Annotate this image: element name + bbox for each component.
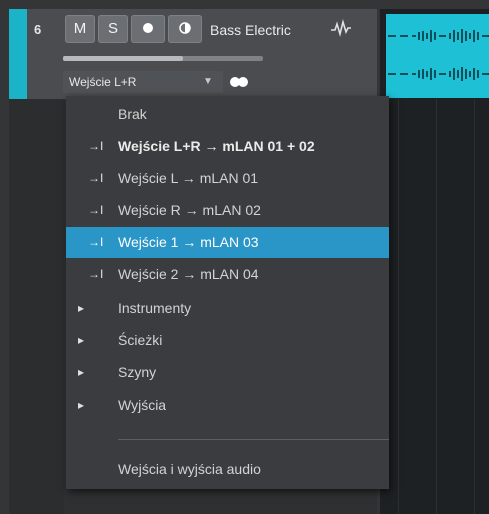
- menu-item-label: Instrumenty: [118, 300, 192, 316]
- track-number: 6: [34, 22, 42, 37]
- track-color-strip[interactable]: [9, 9, 27, 99]
- menu-item-label: Wejście R → mLAN 02: [118, 202, 261, 218]
- chevron-down-icon: ▼: [203, 76, 213, 87]
- audio-track-icon: [331, 19, 351, 37]
- menu-item-label: Wejście 2 → mLAN 04: [118, 266, 259, 282]
- menu-item-input-l[interactable]: →I Wejście L → mLAN 01: [66, 163, 389, 194]
- audio-clip[interactable]: [386, 14, 489, 98]
- menu-item-label: Wejście L → mLAN 01: [118, 170, 259, 186]
- menu-item-buses[interactable]: ▸ Szyny: [66, 357, 389, 388]
- menu-item-outputs[interactable]: ▸ Wyjścia: [66, 390, 389, 421]
- menu-item-label: Szyny: [118, 364, 157, 380]
- track-list-empty-area: [9, 99, 64, 514]
- menu-item-audio-io[interactable]: Wejścia i wyjścia audio: [66, 454, 389, 485]
- input-routing-menu: Brak →I Wejście L+R → mLAN 01 + 02 →I We…: [66, 96, 389, 489]
- submenu-arrow-icon: ▸: [78, 301, 85, 315]
- menu-item-input-1[interactable]: →I Wejście 1 → mLAN 03: [66, 227, 389, 258]
- mute-button[interactable]: M: [65, 15, 95, 43]
- menu-item-input-lr[interactable]: →I Wejście L+R → mLAN 01 + 02: [66, 131, 389, 162]
- input-monitor-toggle[interactable]: [229, 76, 251, 88]
- menu-item-label: Wyjścia: [118, 397, 167, 413]
- menu-item-label: Wejścia i wyjścia audio: [118, 461, 261, 477]
- menu-separator: [118, 439, 389, 440]
- input-arrow-icon: →I: [88, 235, 104, 249]
- submenu-arrow-icon: ▸: [78, 365, 85, 379]
- volume-meter[interactable]: [63, 56, 263, 61]
- menu-item-tracks[interactable]: ▸ Ścieżki: [66, 325, 389, 356]
- menu-item-instruments[interactable]: ▸ Instrumenty: [66, 293, 389, 324]
- menu-item-label: Ścieżki: [118, 332, 163, 348]
- solo-button[interactable]: S: [98, 15, 128, 43]
- menu-item-label: Wejście 1 → mLAN 03: [118, 234, 259, 250]
- input-select[interactable]: Wejście L+R ▼: [63, 71, 223, 93]
- menu-item-input-2[interactable]: →I Wejście 2 → mLAN 04: [66, 259, 389, 290]
- menu-item-input-r[interactable]: →I Wejście R → mLAN 02: [66, 195, 389, 226]
- input-arrow-icon: →I: [88, 139, 104, 153]
- input-arrow-icon: →I: [88, 267, 104, 281]
- monitor-icon: [179, 22, 191, 34]
- input-arrow-icon: →I: [88, 203, 104, 217]
- record-arm-button[interactable]: [131, 15, 165, 43]
- timeline-gridline: [474, 99, 475, 514]
- input-select-value: Wejście L+R: [69, 75, 137, 89]
- timeline-gridline: [398, 99, 399, 514]
- track-name[interactable]: Bass Electric: [210, 22, 291, 38]
- monitor-button[interactable]: [168, 15, 202, 43]
- volume-meter-fill: [63, 56, 183, 61]
- submenu-arrow-icon: ▸: [78, 333, 85, 347]
- menu-item-label: Brak: [118, 106, 147, 122]
- input-arrow-icon: →I: [88, 171, 104, 185]
- record-icon: [143, 23, 153, 33]
- menu-item-label: Wejście L+R → mLAN 01 + 02: [118, 138, 315, 154]
- timeline-gridline: [436, 99, 437, 514]
- waveform-icon: [388, 29, 489, 81]
- menu-item-none[interactable]: Brak: [66, 99, 389, 130]
- arrange-view: 6 M S Bass Electric Wejście L+R ▼ Brak →…: [0, 0, 489, 514]
- submenu-arrow-icon: ▸: [78, 398, 85, 412]
